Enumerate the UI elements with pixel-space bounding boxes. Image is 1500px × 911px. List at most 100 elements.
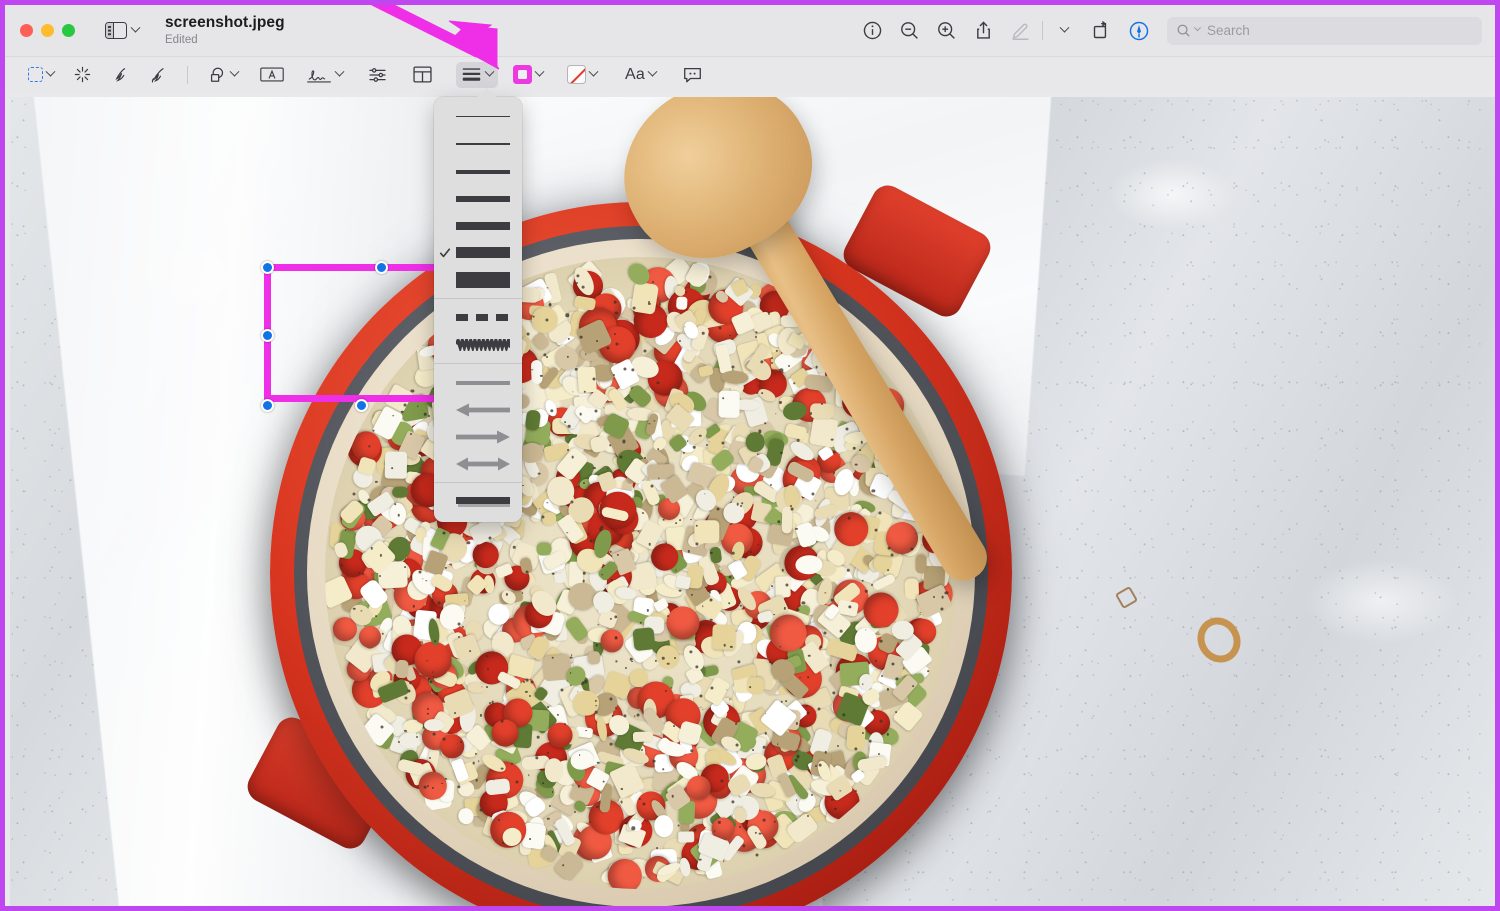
pepper-speck [641,749,643,751]
search-scope-chevron-icon[interactable] [1194,24,1201,31]
line-arrow-left[interactable] [434,396,522,423]
close-button[interactable] [20,24,33,37]
pepper-speck [457,623,460,626]
chevron-down-icon [535,67,545,77]
text-tool[interactable] [255,62,289,88]
shape-style-tool[interactable] [456,62,498,88]
image-canvas[interactable] [10,97,1500,911]
pepper-speck [570,656,573,659]
sidebar-toggle-button[interactable] [105,22,139,39]
minimize-button[interactable] [41,24,54,37]
pepper-speck [739,826,741,828]
sketch-tool[interactable] [105,62,135,88]
stroke-weight-7[interactable] [434,266,522,293]
pepper-speck [457,743,459,745]
pepper-speck [644,349,647,352]
search-field[interactable]: Search [1167,17,1482,45]
pepper-speck [593,467,595,469]
markup-toolbar: Aa [5,56,1495,92]
pepper-speck [673,725,675,727]
zoom-in-button[interactable] [928,16,965,46]
pepper-speck [413,605,416,608]
resize-handle-top-left[interactable] [261,261,274,274]
pepper-speck [582,286,585,289]
shape-style-popover[interactable] [434,97,522,522]
pepper-speck [595,409,598,412]
markup-toggle-button[interactable] [1120,16,1157,46]
highlight-options-button[interactable] [1046,16,1083,46]
pepper-speck [700,694,703,697]
stroke-weight-1[interactable] [434,104,522,131]
pepper-speck [566,532,568,534]
sign-tool[interactable] [301,62,348,88]
chevron-down-icon [230,67,240,77]
salad-piece [718,390,740,417]
stroke-weight-5[interactable] [434,212,522,239]
stroke-weight-2[interactable] [434,131,522,158]
pepper-speck [662,657,665,660]
adjust-size-tool[interactable] [407,62,438,88]
border-color-tool[interactable] [508,62,548,88]
pepper-speck [679,519,681,521]
rotate-button[interactable] [1083,16,1120,46]
pepper-speck [579,413,582,416]
annotate-note-tool[interactable] [677,62,708,88]
salad-piece [809,416,838,448]
stroke-sketch[interactable] [434,331,522,358]
pepper-speck [678,589,681,592]
pepper-speck [762,818,765,821]
salad-piece [531,360,542,384]
pepper-speck [568,425,571,428]
zoom-out-button[interactable] [891,16,928,46]
titlebar-tools: Search [854,5,1482,56]
pepper-speck [454,712,456,714]
pepper-speck [718,326,721,329]
stroke-shadow[interactable] [434,488,522,515]
stroke-weight-4[interactable] [434,185,522,212]
pepper-speck [527,333,530,336]
stroke-weight-6[interactable] [434,239,522,266]
pepper-speck [532,369,534,371]
pepper-speck [552,656,555,659]
pepper-speck [662,518,665,521]
font-tool[interactable]: Aa [620,62,661,88]
line-plain[interactable] [434,369,522,396]
pepper-speck [391,467,393,469]
draw-tool[interactable] [143,62,173,88]
line-arrow-both[interactable] [434,450,522,477]
pepper-speck [537,736,540,739]
salad-piece [810,403,835,418]
stroke-dashed[interactable] [434,304,522,331]
resize-handle-middle-left[interactable] [261,329,274,342]
pepper-speck [404,566,406,568]
line-arrow-right[interactable] [434,423,522,450]
selection-tool[interactable] [23,62,59,88]
pepper-speck [549,805,551,807]
popover-separator [434,298,522,299]
pepper-speck [416,736,418,738]
pepper-speck [769,661,771,663]
pepper-speck [840,630,843,633]
resize-handle-bottom-center[interactable] [355,399,368,412]
pepper-speck [732,552,735,555]
pepper-speck [532,315,535,318]
pepper-speck [458,636,460,638]
pepper-speck [722,397,724,399]
highlighter-button[interactable] [1002,16,1039,46]
fill-color-tool[interactable] [562,62,602,88]
pepper-speck [755,336,757,338]
share-button[interactable] [965,16,1002,46]
resize-handle-top-center[interactable] [375,261,388,274]
instant-alpha-tool[interactable] [67,62,97,88]
stroke-weight-3[interactable] [434,158,522,185]
shapes-tool[interactable] [202,62,243,88]
pepper-speck [529,838,531,840]
pepper-speck [755,853,758,856]
zoom-button[interactable] [62,24,75,37]
chevron-down-icon [648,67,658,77]
info-button[interactable] [854,16,891,46]
adjust-color-tool[interactable] [362,62,393,88]
resize-handle-bottom-left[interactable] [261,399,274,412]
pepper-speck [500,720,503,723]
document-status: Edited [165,34,285,46]
